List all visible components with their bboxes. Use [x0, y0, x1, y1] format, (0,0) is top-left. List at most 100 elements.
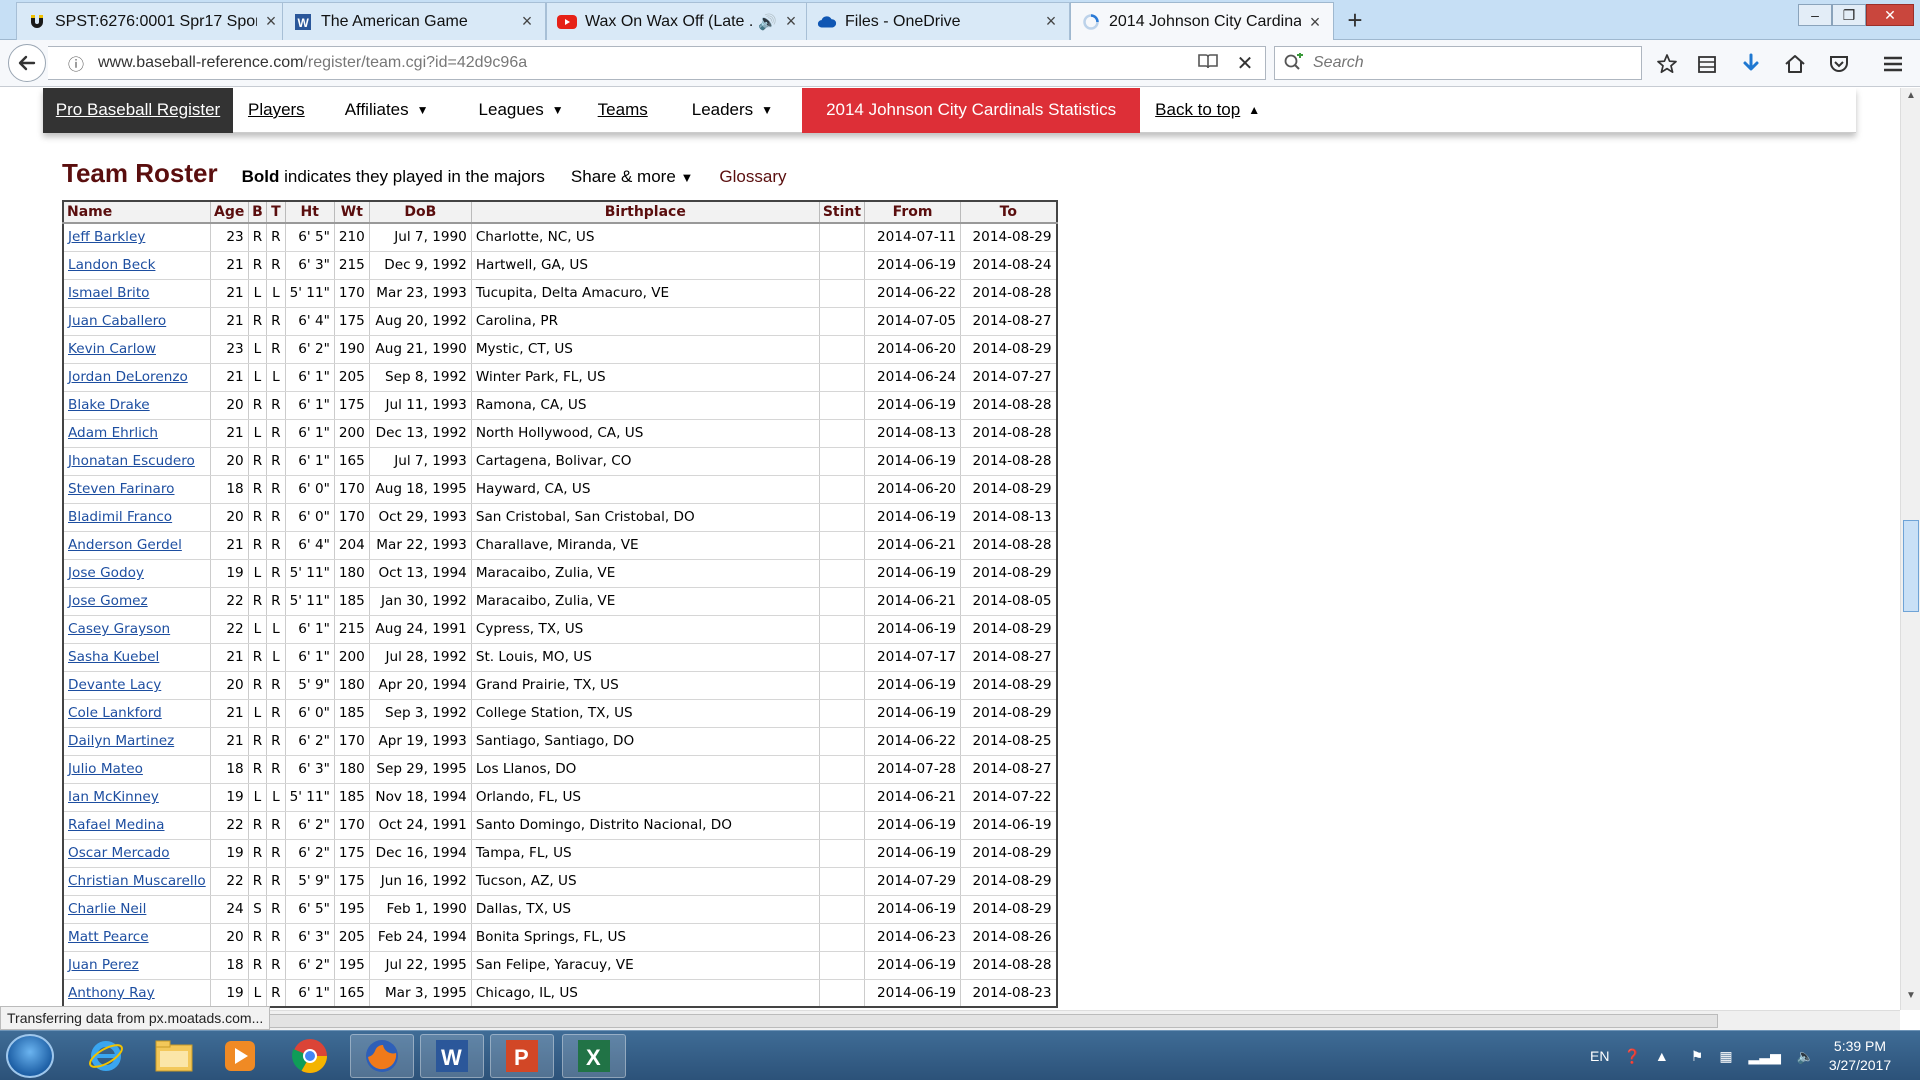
- player-link[interactable]: Julio Mateo: [68, 761, 143, 777]
- info-icon[interactable]: ⓘ: [62, 51, 90, 75]
- player-link[interactable]: Jose Gomez: [68, 593, 148, 609]
- player-link[interactable]: Jeff Barkley: [68, 229, 145, 245]
- bookmarks-library-icon[interactable]: [1692, 50, 1722, 78]
- help-icon[interactable]: ❓: [1623, 1048, 1640, 1065]
- nav-leagues-dropdown[interactable]: Leagues ▼: [464, 88, 579, 133]
- player-link[interactable]: Kevin Carlow: [68, 341, 156, 357]
- player-link[interactable]: Rafael Medina: [68, 817, 165, 833]
- vertical-scrollbar[interactable]: ▲ ▼: [1900, 88, 1920, 1010]
- firefox-icon[interactable]: [350, 1034, 414, 1078]
- chrome-icon[interactable]: [278, 1034, 342, 1078]
- column-header-age[interactable]: Age: [209, 200, 249, 224]
- stop-icon[interactable]: ✕: [1225, 51, 1265, 76]
- scroll-down-arrow-icon[interactable]: ▼: [1901, 990, 1920, 1008]
- download-icon[interactable]: [1736, 50, 1766, 78]
- restore-button[interactable]: ❐: [1832, 4, 1866, 26]
- browser-tab[interactable]: Wax On Wax Off (Late ... 🔊 ×: [546, 2, 810, 40]
- reader-view-icon[interactable]: [1197, 52, 1225, 75]
- speaker-icon[interactable]: 🔊: [758, 13, 777, 31]
- network-icon[interactable]: ▦: [1719, 1048, 1732, 1065]
- close-tab-icon[interactable]: ×: [783, 11, 799, 32]
- close-tab-icon[interactable]: ×: [263, 11, 279, 32]
- home-icon[interactable]: [1780, 50, 1810, 78]
- media-player-icon[interactable]: [208, 1034, 272, 1078]
- nav-pro-baseball-register[interactable]: Pro Baseball Register: [43, 88, 233, 133]
- excel-icon[interactable]: X: [562, 1034, 626, 1078]
- close-tab-icon[interactable]: ×: [1043, 11, 1059, 32]
- column-header-name[interactable]: Name: [62, 200, 211, 224]
- taskbar-clock[interactable]: 5:39 PM 3/27/2017: [1810, 1037, 1910, 1075]
- player-link[interactable]: Anderson Gerdel: [68, 537, 182, 553]
- nav-current-page[interactable]: 2014 Johnson City Cardinals Statistics: [802, 88, 1141, 133]
- player-link[interactable]: Adam Ehrlich: [68, 425, 158, 441]
- minimize-button[interactable]: –: [1798, 4, 1832, 26]
- player-link[interactable]: Anthony Ray: [68, 985, 155, 1001]
- column-header-birthplace[interactable]: Birthplace: [470, 200, 820, 224]
- search-bar[interactable]: [1274, 46, 1642, 80]
- column-header-wt[interactable]: Wt: [333, 200, 370, 224]
- player-link[interactable]: Juan Perez: [68, 957, 139, 973]
- share-more-dropdown[interactable]: Share & more ▼: [571, 167, 694, 187]
- player-link[interactable]: Bladimil Franco: [68, 509, 172, 525]
- url-text[interactable]: www.baseball-reference.com/register/team…: [90, 54, 1197, 72]
- nav-players[interactable]: Players: [233, 88, 320, 133]
- horizontal-scrollbar[interactable]: [0, 1010, 1900, 1030]
- vertical-scroll-thumb[interactable]: [1903, 520, 1919, 612]
- close-tab-icon[interactable]: ×: [519, 11, 535, 32]
- nav-leaders-dropdown[interactable]: Leaders ▼: [677, 88, 788, 133]
- player-link[interactable]: Jordan DeLorenzo: [68, 369, 188, 385]
- browser-tab[interactable]: SPST:6276:0001 Spr17 Spor... ×: [16, 2, 290, 40]
- tray-expand-icon[interactable]: ▲: [1655, 1048, 1669, 1064]
- player-link[interactable]: Ismael Brito: [68, 285, 149, 301]
- word-icon[interactable]: W: [420, 1034, 484, 1078]
- player-link[interactable]: Juan Caballero: [68, 313, 166, 329]
- powerpoint-icon[interactable]: P: [490, 1034, 554, 1078]
- close-window-button[interactable]: ✕: [1866, 4, 1914, 26]
- column-header-stint[interactable]: Stint: [818, 200, 866, 224]
- column-header-b[interactable]: B: [247, 200, 268, 224]
- nav-back-to-top[interactable]: Back to top ▲: [1140, 88, 1275, 133]
- nav-affiliates-dropdown[interactable]: Affiliates ▼: [330, 88, 444, 133]
- browser-tab[interactable]: W The American Game ×: [282, 2, 546, 40]
- browser-tab[interactable]: Files - OneDrive ×: [806, 2, 1070, 40]
- player-link[interactable]: Oscar Mercado: [68, 845, 170, 861]
- player-link[interactable]: Landon Beck: [68, 257, 155, 273]
- language-indicator[interactable]: EN: [1590, 1048, 1609, 1064]
- column-header-to[interactable]: To: [960, 200, 1058, 224]
- player-link[interactable]: Matt Pearce: [68, 929, 149, 945]
- player-link[interactable]: Jhonatan Escudero: [68, 453, 195, 469]
- column-header-t[interactable]: T: [266, 200, 286, 224]
- signal-icon[interactable]: ▂▃▅: [1749, 1048, 1781, 1065]
- player-link[interactable]: Devante Lacy: [68, 677, 161, 693]
- player-link[interactable]: Casey Grayson: [68, 621, 170, 637]
- player-link[interactable]: Blake Drake: [68, 397, 150, 413]
- nav-teams[interactable]: Teams: [583, 88, 663, 133]
- file-explorer-icon[interactable]: [142, 1034, 206, 1078]
- player-link[interactable]: Sasha Kuebel: [68, 649, 159, 665]
- pocket-icon[interactable]: [1824, 50, 1854, 78]
- player-link[interactable]: Steven Farinaro: [68, 481, 175, 497]
- search-input[interactable]: [1313, 54, 1613, 72]
- column-header-ht[interactable]: Ht: [284, 200, 335, 224]
- column-header-dob[interactable]: DoB: [368, 200, 472, 224]
- player-link[interactable]: Ian McKinney: [68, 789, 159, 805]
- menu-hamburger-icon[interactable]: [1878, 50, 1908, 78]
- player-link[interactable]: Christian Muscarello: [68, 873, 206, 889]
- player-link[interactable]: Charlie Neil: [68, 901, 146, 917]
- address-bar[interactable]: ⓘ www.baseball-reference.com/register/te…: [48, 46, 1266, 80]
- player-link[interactable]: Jose Godoy: [68, 565, 144, 581]
- column-header-from[interactable]: From: [864, 200, 962, 224]
- player-link[interactable]: Dailyn Martinez: [68, 733, 174, 749]
- glossary-link[interactable]: Glossary: [719, 167, 786, 187]
- bookmark-star-icon[interactable]: [1652, 50, 1682, 78]
- action-center-flag-icon[interactable]: ⚑: [1691, 1048, 1704, 1065]
- player-link[interactable]: Cole Lankford: [68, 705, 162, 721]
- close-tab-icon[interactable]: ×: [1307, 12, 1323, 33]
- back-button[interactable]: [8, 44, 46, 82]
- browser-tab-active[interactable]: 2014 Johnson City Cardinal... ×: [1070, 2, 1334, 41]
- internet-explorer-icon[interactable]: [74, 1034, 138, 1078]
- new-tab-button[interactable]: +: [1340, 4, 1370, 36]
- start-orb-icon[interactable]: [6, 1034, 54, 1078]
- horizontal-scroll-thumb[interactable]: [20, 1014, 1718, 1028]
- scroll-up-arrow-icon[interactable]: ▲: [1901, 90, 1920, 108]
